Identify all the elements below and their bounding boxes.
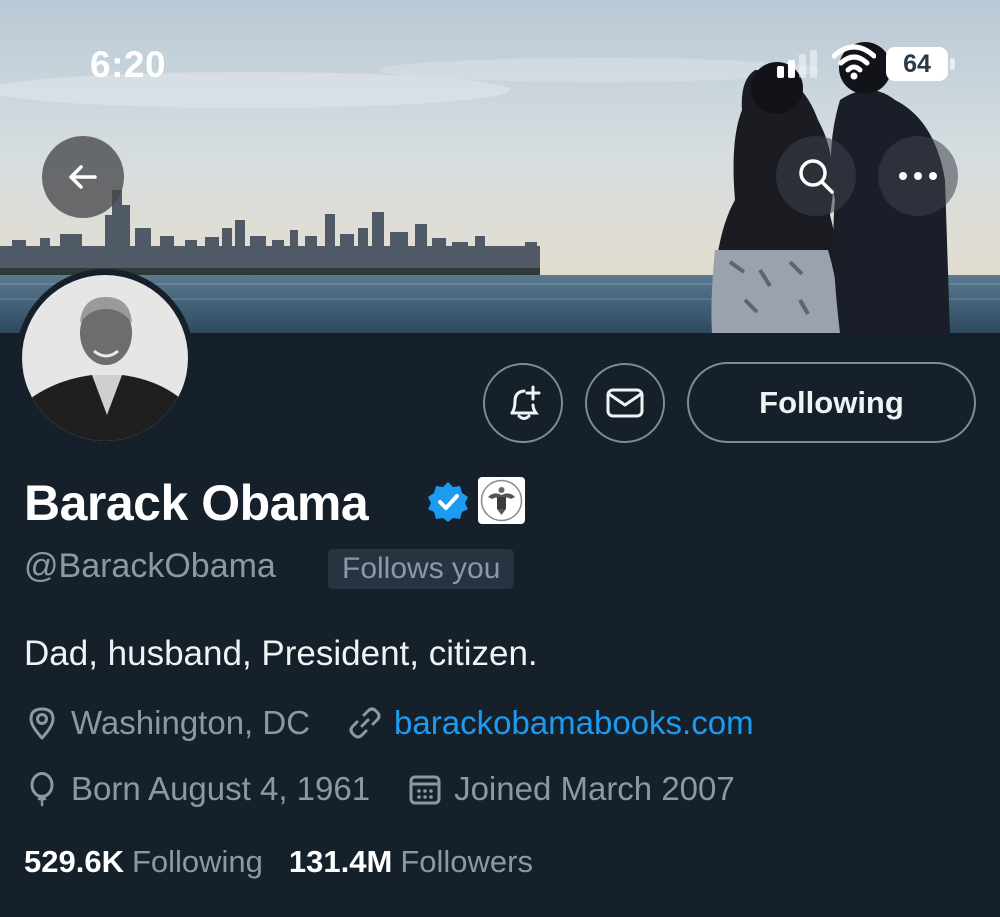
arrow-left-icon xyxy=(69,165,97,189)
location: Washington, DC xyxy=(24,704,310,742)
signal-icon xyxy=(777,50,817,78)
verified-badge-icon[interactable] xyxy=(427,481,469,523)
link-icon xyxy=(349,707,381,739)
birthday-text: Born August 4, 1961 xyxy=(71,770,371,807)
profile-meta-row: Washington, DC barackobamabooks.com xyxy=(24,701,754,745)
envelope-icon xyxy=(606,388,644,418)
followers-count: 131.4M xyxy=(288,844,393,879)
birthday: Born August 4, 1961 xyxy=(24,770,370,808)
more-button[interactable] xyxy=(878,136,958,216)
handle: @BarackObama xyxy=(24,547,276,585)
avatar-image xyxy=(22,275,188,441)
followers-stat[interactable]: 131.4M Followers xyxy=(289,844,533,880)
battery-level: 64 xyxy=(903,50,931,78)
message-button[interactable] xyxy=(585,363,665,443)
following-stat[interactable]: 529.6K Following xyxy=(24,844,263,880)
joined-date: Joined March 2007 xyxy=(407,770,735,808)
battery-icon: 64 xyxy=(886,47,956,81)
following-button[interactable]: Following xyxy=(687,362,976,443)
location-pin-icon xyxy=(29,707,55,740)
search-button[interactable] xyxy=(776,136,856,216)
status-time: 6:20 xyxy=(90,44,167,85)
follows-you-badge: Follows you xyxy=(328,549,515,589)
bell-plus-icon xyxy=(510,385,541,420)
display-name: Barack Obama xyxy=(24,475,369,531)
notify-button[interactable] xyxy=(483,363,563,443)
joined-text: Joined March 2007 xyxy=(454,770,735,807)
balloon-icon xyxy=(30,772,54,807)
website-link[interactable]: barackobamabooks.com xyxy=(394,704,754,742)
following-label: Following xyxy=(131,844,263,879)
profile-dates-row: Born August 4, 1961 Joined March 2007 xyxy=(24,767,735,811)
more-horizontal-icon xyxy=(899,172,937,180)
back-button[interactable] xyxy=(42,136,124,218)
bio: Dad, husband, President, citizen. xyxy=(24,634,538,673)
website[interactable]: barackobamabooks.com xyxy=(347,704,754,742)
calendar-icon xyxy=(409,775,441,805)
wifi-icon xyxy=(832,44,876,80)
follow-stats: 529.6K Following 131.4M Followers xyxy=(24,840,533,884)
followers-label: Followers xyxy=(400,844,533,879)
us-seal-icon[interactable] xyxy=(478,477,525,524)
search-icon xyxy=(799,159,834,194)
avatar[interactable] xyxy=(16,269,194,447)
location-text: Washington, DC xyxy=(71,704,311,741)
following-count: 529.6K xyxy=(24,844,124,879)
status-bar: 6:20 64 xyxy=(0,0,1000,110)
